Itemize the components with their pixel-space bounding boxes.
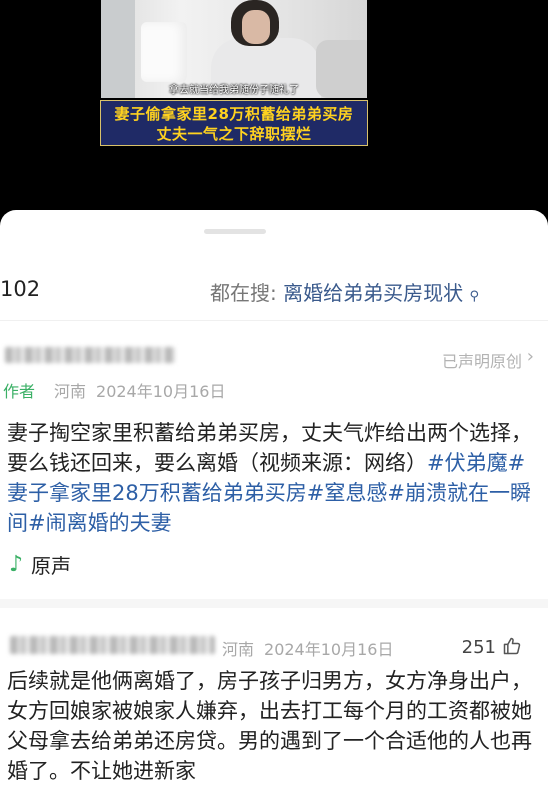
- divider: [0, 320, 548, 321]
- also-search-keyword[interactable]: 离婚给弟弟买房现状: [283, 281, 463, 305]
- original-audio-link[interactable]: ♪ 原声: [9, 550, 71, 579]
- also-search-label: 都在搜:: [210, 281, 277, 305]
- declared-original-link[interactable]: 已声明原创: [442, 348, 522, 372]
- comment-text: 后续就是他俩离婚了，房子孩子归男方，女方净身出户，女方回娘家被娘家人嫌弃，出去打…: [7, 669, 532, 783]
- music-note-icon: ♪: [9, 552, 24, 577]
- post-body: 妻子掏空家里积蓄给弟弟买房，丈夫气炸给出两个选择，要么钱还回来，要么离婚（视频来…: [7, 418, 543, 538]
- hashtag[interactable]: #窒息感: [307, 481, 388, 505]
- drag-handle[interactable]: [204, 229, 266, 234]
- caption-line-1: 妻子偷拿家里28万积蓄给弟弟买房: [114, 105, 354, 123]
- section-divider: [0, 599, 548, 608]
- author-badge: 作者: [3, 382, 36, 401]
- video-frame[interactable]: 拿去就当给我弟随份子随礼了: [101, 0, 367, 98]
- also-search-bar[interactable]: 都在搜: 离婚给弟弟买房现状 ⚲: [210, 277, 479, 306]
- comment-meta: 河南 2024年10月16日: [222, 636, 393, 660]
- hashtag[interactable]: #闹离婚的夫妻: [28, 511, 172, 535]
- lamp-shape: [141, 22, 187, 82]
- hashtag[interactable]: #伏弟魔: [427, 451, 508, 475]
- comment-count: 102: [0, 277, 41, 301]
- commenter-name-blurred[interactable]: [10, 636, 215, 654]
- video-subtitle: 拿去就当给我弟随份子随礼了: [169, 85, 299, 96]
- caption-line-2: 丈夫一气之下辞职摆烂: [156, 125, 312, 143]
- chevron-right-icon[interactable]: ›: [527, 346, 534, 367]
- like-count: 251: [461, 637, 496, 658]
- comments-sheet: 102 都在搜: 离婚给弟弟买房现状 ⚲ 已声明原创 › 作者 河南 2024年1…: [0, 210, 548, 810]
- author-name-blurred[interactable]: [5, 347, 175, 363]
- video-caption: 妻子偷拿家里28万积蓄给弟弟买房 丈夫一气之下辞职摆烂: [100, 100, 368, 146]
- search-icon[interactable]: ⚲: [469, 289, 479, 304]
- audio-label: 原声: [31, 554, 72, 578]
- comment-location: 河南: [222, 640, 255, 659]
- person-face-shape: [242, 10, 270, 44]
- post-meta: 河南 2024年10月16日: [54, 378, 225, 402]
- comment-date: 2024年10月16日: [264, 640, 394, 659]
- post-location: 河南: [54, 382, 87, 401]
- thumbs-up-icon[interactable]: [502, 636, 522, 656]
- video-player[interactable]: 拿去就当给我弟随份子随礼了 妻子偷拿家里28万积蓄给弟弟买房 丈夫一气之下辞职摆…: [0, 0, 548, 215]
- post-date: 2024年10月16日: [96, 382, 226, 401]
